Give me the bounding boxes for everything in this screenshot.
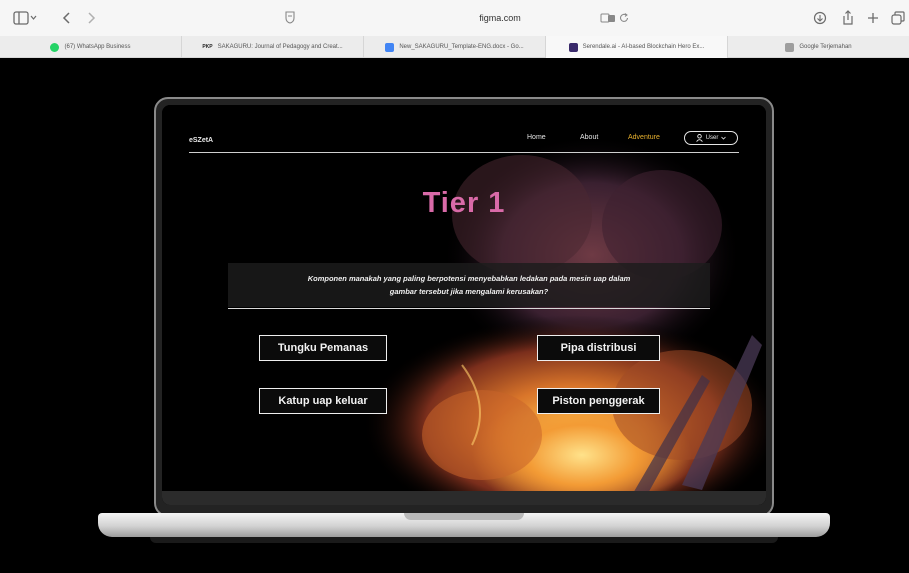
google-translate-icon bbox=[785, 42, 795, 52]
question-line-2: gambar tersebut jika mengalami kerusakan… bbox=[389, 287, 549, 296]
site-logo[interactable]: eSZetA bbox=[189, 137, 213, 144]
download-icon[interactable] bbox=[812, 9, 828, 27]
question-panel: Komponen manakah yang paling berpotensi … bbox=[228, 263, 710, 307]
address-bar[interactable]: figma.com bbox=[285, 7, 668, 29]
address-text: figma.com bbox=[479, 13, 521, 23]
question-line-1: Komponen manakah yang paling berpotensi … bbox=[307, 274, 631, 283]
browser-toolbar: figma.com bbox=[0, 0, 909, 36]
answer-tungku-pemanas[interactable]: Tungku Pemanas bbox=[259, 335, 387, 361]
tab-overview-icon[interactable] bbox=[890, 9, 906, 27]
tab-label: New_SAKAGURU_Template-ENG.docx - Go... bbox=[399, 44, 524, 50]
tab-google-docs[interactable]: New_SAKAGURU_Template-ENG.docx - Go... bbox=[364, 36, 546, 58]
tab-label: Serendale.ai - AI-based Blockchain Hero … bbox=[582, 44, 705, 50]
whatsapp-icon bbox=[50, 42, 60, 52]
sidebar-toggle-icon[interactable] bbox=[12, 9, 38, 27]
screen-bottom-bezel bbox=[162, 491, 766, 505]
tier-title: Tier 1 bbox=[422, 187, 506, 219]
figma-prototype-viewport: eSZetA Home About Adventure User Tier 1 … bbox=[0, 58, 909, 573]
back-icon[interactable] bbox=[60, 9, 74, 27]
answer-katup-uap-keluar[interactable]: Katup uap keluar bbox=[259, 388, 387, 414]
laptop-notch bbox=[404, 513, 524, 520]
question-text: Komponen manakah yang paling berpotensi … bbox=[238, 272, 700, 298]
nav-about[interactable]: About bbox=[580, 134, 598, 141]
laptop-base-shadow bbox=[150, 537, 778, 543]
answer-piston-penggerak[interactable]: Piston penggerak bbox=[537, 388, 660, 414]
forward-icon[interactable] bbox=[84, 9, 98, 27]
tab-google-translate[interactable]: Google Terjemahan bbox=[728, 36, 909, 58]
tab-label: Google Terjemahan bbox=[799, 44, 852, 50]
reload-icon[interactable] bbox=[618, 12, 630, 24]
laptop-base bbox=[98, 513, 830, 537]
header-divider bbox=[189, 152, 739, 153]
google-docs-icon bbox=[385, 42, 395, 52]
tab-whatsapp[interactable]: (67) WhatsApp Business bbox=[0, 36, 182, 58]
answer-pipa-distribusi[interactable]: Pipa distribusi bbox=[537, 335, 660, 361]
nav-home[interactable]: Home bbox=[527, 134, 546, 141]
user-menu-button[interactable]: User bbox=[684, 131, 738, 145]
nav-adventure[interactable]: Adventure bbox=[628, 134, 660, 141]
new-tab-icon[interactable] bbox=[866, 9, 880, 27]
chevron-down-icon bbox=[721, 136, 727, 140]
tab-sakaguru-journal[interactable]: PKP SAKAGURU: Journal of Pedagogy and Cr… bbox=[182, 36, 364, 58]
tab-label: (67) WhatsApp Business bbox=[64, 44, 131, 50]
serendale-icon bbox=[568, 42, 578, 52]
tab-label: SAKAGURU: Journal of Pedagogy and Creat.… bbox=[217, 44, 343, 50]
laptop-mockup: eSZetA Home About Adventure User Tier 1 … bbox=[154, 97, 774, 517]
user-label: User bbox=[705, 135, 719, 141]
question-divider bbox=[228, 308, 710, 309]
tab-serendale[interactable]: Serendale.ai - AI-based Blockchain Hero … bbox=[546, 36, 728, 58]
privacy-shield-icon[interactable] bbox=[284, 10, 296, 24]
tab-bar: (67) WhatsApp Business PKP SAKAGURU: Jou… bbox=[0, 36, 909, 58]
user-icon bbox=[695, 134, 703, 142]
pkp-icon: PKP bbox=[202, 44, 213, 50]
laptop-screen: eSZetA Home About Adventure User Tier 1 … bbox=[162, 105, 766, 505]
share-icon[interactable] bbox=[840, 9, 856, 27]
